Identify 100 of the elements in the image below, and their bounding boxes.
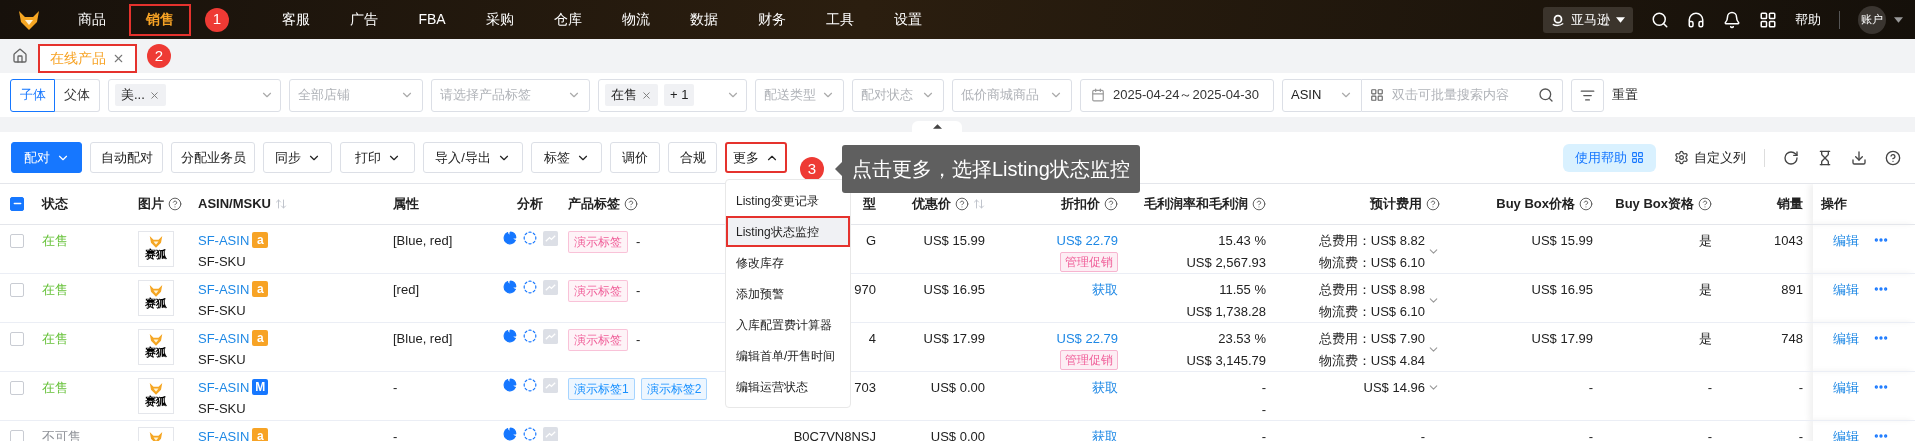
progress-circle-icon[interactable] [522, 329, 537, 343]
toolbar-button[interactable]: 配对 [11, 142, 82, 173]
filter-select[interactable]: 美... [108, 78, 281, 112]
pie-chart-icon[interactable] [502, 378, 517, 392]
fee-value: US$ 14.96 [1363, 378, 1425, 397]
search-icon[interactable] [1538, 87, 1554, 103]
nav-item[interactable]: 广告 [333, 3, 395, 36]
progress-circle-icon[interactable] [522, 378, 537, 392]
settings-icon [1674, 150, 1689, 165]
help-link[interactable]: 帮助 [1795, 9, 1821, 30]
batch-icon[interactable] [1370, 88, 1384, 102]
close-icon[interactable] [112, 52, 125, 65]
menu-item[interactable]: 修改库存 [726, 247, 850, 278]
asin-link[interactable]: SF-ASIN [198, 279, 250, 299]
nav-item[interactable]: 财务 [741, 3, 803, 36]
caret-icon[interactable] [1894, 16, 1903, 23]
fetch-link[interactable]: 获取 [1092, 279, 1118, 299]
edit-link[interactable]: 编辑 [1833, 279, 1859, 299]
toolbar-button[interactable]: 更多 [725, 142, 787, 173]
nav-item[interactable]: 数据 [673, 3, 735, 36]
toolbar-button[interactable]: 分配业务员 [171, 142, 255, 173]
column-header: 毛利润率和毛利润 [1144, 195, 1248, 213]
filter-chip: 美... [115, 84, 166, 106]
asin-link[interactable]: SF-ASIN [198, 328, 250, 348]
edit-link[interactable]: 编辑 [1833, 377, 1859, 397]
nav-item[interactable]: 商品 [61, 3, 123, 36]
checkbox[interactable] [10, 233, 24, 248]
sales-count: 1043 [1774, 231, 1803, 250]
nav-item[interactable]: FBA [401, 3, 463, 36]
channel-badge: a [252, 281, 269, 298]
variant-toggle[interactable]: 子体 [10, 78, 55, 112]
pie-chart-icon[interactable] [502, 231, 517, 245]
progress-circle-icon[interactable] [522, 231, 537, 245]
grid-icon [1631, 151, 1644, 164]
platform-select[interactable]: 亚马逊 [1543, 6, 1633, 33]
toolbar-button[interactable]: 打印 [340, 142, 415, 173]
remove-icon[interactable] [641, 89, 652, 101]
toolbar-button[interactable]: 同步 [263, 142, 332, 173]
account-avatar[interactable]: 账户 [1858, 5, 1886, 34]
discount-price[interactable]: US$ 22.79 [1056, 230, 1118, 250]
search-icon[interactable] [1651, 10, 1669, 29]
edit-link[interactable]: 编辑 [1833, 230, 1859, 250]
fetch-link[interactable]: 获取 [1092, 377, 1118, 397]
caret-icon [932, 124, 942, 129]
refresh-icon[interactable] [1783, 149, 1799, 166]
date-range-field[interactable]: 2025-04-24～2025-04-30 [1080, 78, 1274, 112]
checkbox[interactable] [10, 331, 24, 346]
toolbar-button[interactable]: 调价 [610, 142, 660, 173]
checkbox[interactable] [10, 196, 24, 211]
toolbar-button[interactable]: 自动配对 [90, 142, 163, 173]
apps-icon[interactable] [1759, 10, 1777, 29]
help-icon[interactable] [1885, 149, 1901, 166]
toolbar-button[interactable]: 合规 [668, 142, 717, 173]
pie-chart-icon[interactable] [502, 280, 517, 294]
buybox-eligibility: - [1707, 378, 1712, 397]
menu-item[interactable]: 入库配置费计算器 [726, 309, 850, 340]
nav-item[interactable]: 采购 [469, 3, 531, 36]
collapse-handle[interactable] [912, 121, 962, 132]
nav-item[interactable]: 物流 [605, 3, 667, 36]
filter-select[interactable]: 在售 + 1 [598, 78, 747, 112]
asin-link[interactable]: SF-ASIN [198, 426, 250, 441]
filter-button[interactable] [1571, 78, 1604, 112]
download-icon[interactable] [1851, 149, 1867, 166]
toolbar-button[interactable]: 导入/导出 [423, 142, 523, 173]
nav-item[interactable]: 设置 [877, 3, 939, 36]
progress-circle-icon[interactable] [522, 427, 537, 441]
deal-price: US$ 16.95 [923, 280, 985, 299]
nav-item[interactable]: 客服 [265, 3, 327, 36]
buybox-eligibility: 是 [1699, 329, 1712, 348]
custom-columns-button[interactable]: 自定义列 [1674, 147, 1746, 168]
nav-item[interactable]: 销售 [129, 3, 191, 36]
menu-item[interactable]: 编辑运营状态 [726, 371, 850, 402]
headset-icon[interactable] [1687, 10, 1705, 29]
menu-item[interactable]: Listing状态监控 [726, 216, 850, 247]
nav-item[interactable]: 工具 [809, 3, 871, 36]
usage-help-button[interactable]: 使用帮助 [1563, 143, 1656, 172]
remove-icon[interactable] [148, 89, 160, 101]
discount-price[interactable]: US$ 22.79 [1056, 328, 1118, 348]
search-type-select[interactable]: ASIN [1282, 78, 1362, 112]
filter-chip: + 1 [664, 84, 695, 106]
menu-item[interactable]: 编辑首单/开售时间 [726, 340, 850, 371]
toolbar-button[interactable]: 标签 [531, 142, 602, 173]
nav-item[interactable]: 仓库 [537, 3, 599, 36]
asin-link[interactable]: SF-ASIN [198, 377, 250, 397]
hourglass-icon[interactable] [1817, 149, 1833, 166]
menu-item[interactable]: 添加预警 [726, 278, 850, 309]
pie-chart-icon[interactable] [502, 427, 517, 441]
bell-icon[interactable] [1723, 10, 1741, 29]
checkbox[interactable] [10, 282, 24, 297]
reset-button[interactable]: 重置 [1612, 85, 1638, 105]
pie-chart-icon[interactable] [502, 329, 517, 343]
home-icon[interactable] [12, 48, 28, 64]
progress-circle-icon[interactable] [522, 280, 537, 294]
edit-link[interactable]: 编辑 [1833, 328, 1859, 348]
variant-toggle[interactable]: 父体 [55, 78, 100, 112]
checkbox[interactable] [10, 429, 24, 441]
asin-link[interactable]: SF-ASIN [198, 230, 250, 250]
channel-badge: a [252, 232, 269, 249]
column-header: 属性 [393, 195, 419, 213]
checkbox[interactable] [10, 380, 24, 395]
